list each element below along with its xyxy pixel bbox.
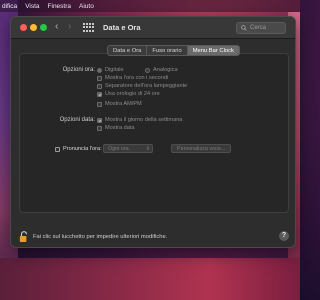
back-button[interactable]: ‹ [55, 21, 58, 32]
time-options-label: Opzioni ora: [62, 67, 95, 73]
tab-bar: Data e Ora Fuso orario Menu Bar Clock [107, 45, 240, 56]
flash-separators-checkbox[interactable] [97, 83, 102, 89]
close-button[interactable] [20, 24, 27, 31]
flash-separators-option[interactable]: Separatore dell'ora lampeggiante [97, 83, 187, 89]
show-date-option[interactable]: Mostra data [97, 125, 135, 131]
show-seconds-checkbox[interactable] [97, 75, 102, 81]
lock-message: Fai clic sul lucchetto per impedire ulte… [33, 234, 168, 240]
tab-time-zone[interactable]: Fuso orario [147, 46, 188, 55]
radio-analog-label: Analogica [153, 67, 178, 73]
announce-interval-value: Ogni ora [108, 146, 129, 152]
lock-icon[interactable] [19, 231, 29, 243]
date-options-label: Opzioni data: [59, 117, 95, 123]
announce-time-option[interactable]: Pronuncia l'ora: [55, 146, 102, 152]
search-icon [241, 25, 247, 31]
tab-date-time[interactable]: Data e Ora [108, 46, 148, 55]
show-weekday-option[interactable]: Mostra il giorno della settimana [97, 117, 182, 123]
announce-time-checkbox[interactable] [55, 146, 60, 152]
use-24h-checkbox[interactable] [97, 91, 102, 97]
show-all-grid-icon[interactable] [83, 23, 94, 32]
title-bar: ‹ › Data e Ora Cerca [11, 17, 295, 39]
radio-digital-button[interactable] [97, 67, 102, 73]
radio-digital-label: Digitale [105, 67, 124, 73]
radio-analog-button[interactable] [145, 67, 150, 73]
show-weekday-checkbox[interactable] [97, 117, 102, 123]
help-button[interactable]: ? [279, 231, 289, 241]
radio-digital[interactable]: Digitale [97, 67, 124, 73]
show-ampm-option[interactable]: Mostra AM/PM [97, 101, 142, 107]
use-24h-option[interactable]: Usa orologio di 24 ore [97, 91, 160, 97]
menu-edit[interactable]: difica [2, 3, 17, 10]
announce-interval-select[interactable]: Ogni ora ⇕ [103, 144, 153, 153]
zoom-button[interactable] [40, 24, 47, 31]
search-field[interactable]: Cerca [236, 22, 286, 34]
menu-view[interactable]: Vista [25, 3, 39, 10]
show-seconds-option[interactable]: Mostra l'ora con i secondi [97, 75, 168, 81]
window-title: Data e Ora [103, 23, 141, 32]
show-weekday-label: Mostra il giorno della settimana [105, 117, 183, 123]
select-chevron-icon: ⇕ [145, 146, 150, 152]
show-ampm-label: Mostra AM/PM [105, 101, 142, 107]
show-date-checkbox[interactable] [97, 125, 102, 131]
customize-voice-button[interactable]: Personalizza voce... [171, 144, 232, 153]
tab-menu-bar-clock[interactable]: Menu Bar Clock [187, 46, 239, 55]
search-placeholder: Cerca [250, 25, 267, 31]
announce-time-label: Pronuncia l'ora: [63, 146, 102, 152]
radio-analog[interactable]: Analogica [145, 67, 178, 73]
show-date-label: Mostra data [105, 125, 135, 131]
menu-window[interactable]: Finestra [48, 3, 71, 10]
wallpaper-bottom [0, 258, 300, 300]
menu-help[interactable]: Aiuto [79, 3, 94, 10]
menu-bar: difica Vista Finestra Aiuto [0, 0, 300, 12]
use-24h-label: Usa orologio di 24 ore [105, 91, 160, 97]
show-seconds-label: Mostra l'ora con i secondi [105, 75, 169, 81]
show-ampm-checkbox[interactable] [97, 101, 102, 107]
flash-separators-label: Separatore dell'ora lampeggiante [105, 83, 188, 89]
minimize-button[interactable] [30, 24, 37, 31]
preferences-window: ‹ › Data e Ora Cerca Data e Ora Fuso ora… [10, 16, 296, 248]
forward-button[interactable]: › [68, 21, 71, 32]
